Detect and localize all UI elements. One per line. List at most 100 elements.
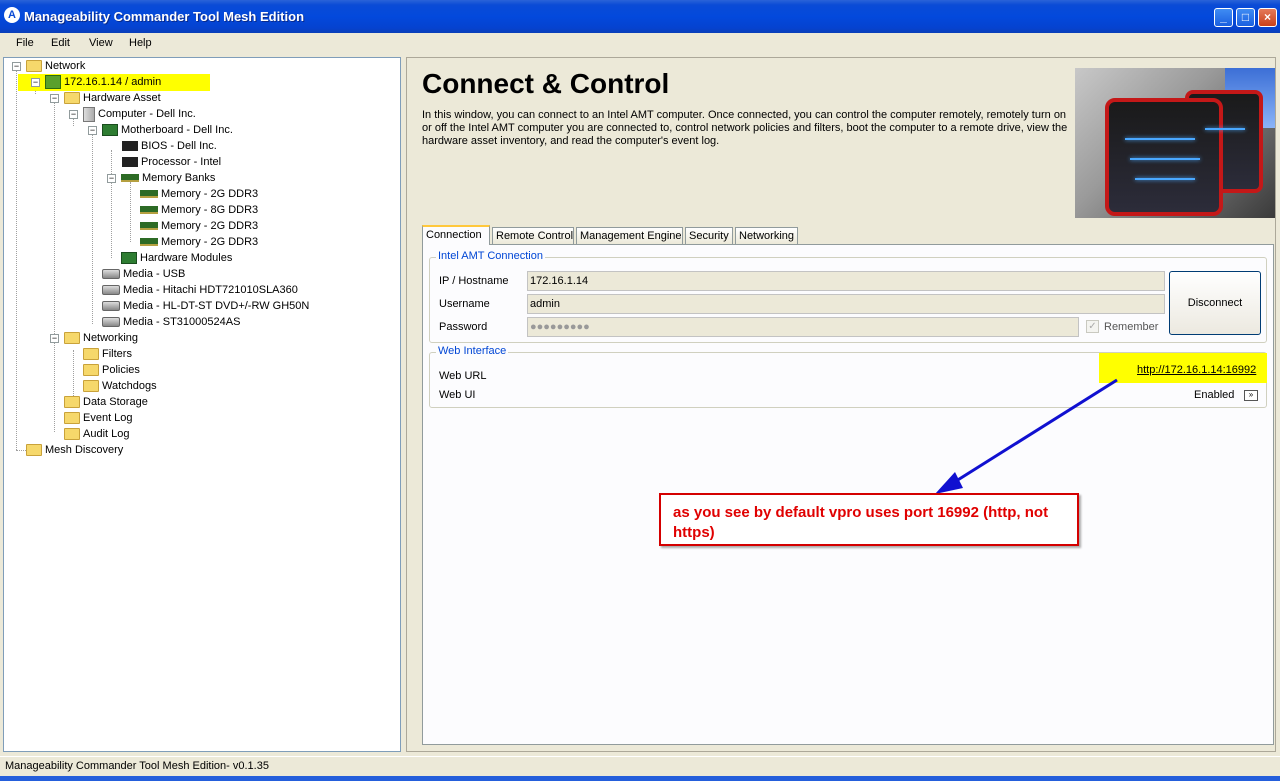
tree-media-label: Media - USB	[123, 268, 186, 280]
tree-event-log-label: Event Log	[83, 412, 133, 424]
navigation-tree[interactable]: − Network − 172.16.1.14 / admin − Hardwa…	[3, 57, 401, 752]
module-icon	[121, 252, 137, 265]
memory-icon	[140, 222, 158, 231]
tree-watchdogs[interactable]: Watchdogs	[83, 378, 157, 394]
expand-networking-toggle[interactable]: −	[50, 334, 59, 343]
folder-icon	[26, 60, 42, 73]
folder-icon	[64, 92, 80, 105]
tree-audit-log[interactable]: Audit Log	[64, 426, 129, 442]
tree-memory-label: Memory - 2G DDR3	[161, 236, 259, 248]
folder-icon	[83, 364, 99, 377]
tree-memory-label: Memory - 2G DDR3	[161, 188, 259, 200]
tree-media[interactable]: Media - USB	[102, 266, 185, 282]
chip-icon	[122, 141, 138, 152]
tree-event-log[interactable]: Event Log	[64, 410, 133, 426]
annotation-callout: as you see by default vpro uses port 169…	[659, 493, 1079, 546]
tree-networking[interactable]: Networking	[64, 330, 138, 346]
memory-icon	[140, 190, 158, 199]
tab-connection[interactable]: Connection	[422, 225, 490, 245]
drive-icon	[102, 269, 120, 280]
tree-memory-item[interactable]: Memory - 8G DDR3	[140, 202, 258, 218]
tree-media[interactable]: Media - HL-DT-ST DVD+/-RW GH50N	[102, 298, 309, 314]
tree-computer-label: Computer - Dell Inc.	[98, 108, 196, 120]
drive-icon	[102, 285, 120, 296]
tree-memory-banks[interactable]: Memory Banks	[121, 170, 215, 186]
tree-data-storage-label: Data Storage	[83, 396, 148, 408]
arrow-line	[944, 378, 1118, 490]
motherboard-icon	[102, 124, 118, 137]
tree-memory-item[interactable]: Memory - 2G DDR3	[140, 234, 258, 250]
drive-icon	[102, 317, 120, 328]
memory-icon	[140, 206, 158, 215]
title-bar: A Manageability Commander Tool Mesh Edit…	[0, 0, 1280, 33]
tree-hardware-asset-label: Hardware Asset	[83, 92, 161, 104]
app-icon: A	[4, 7, 20, 23]
tree-hardware-modules[interactable]: Hardware Modules	[121, 250, 232, 266]
folder-icon	[83, 348, 99, 361]
expand-computer-toggle[interactable]: −	[69, 110, 78, 119]
expand-hardware-asset-toggle[interactable]: −	[50, 94, 59, 103]
tree-mesh-discovery[interactable]: Mesh Discovery	[26, 442, 123, 458]
memory-icon	[140, 238, 158, 247]
close-button[interactable]: ×	[1258, 8, 1277, 27]
menu-file[interactable]: File	[16, 37, 34, 49]
tree-data-storage[interactable]: Data Storage	[64, 394, 148, 410]
window-title: Manageability Commander Tool Mesh Editio…	[24, 9, 305, 24]
tree-filters[interactable]: Filters	[83, 346, 132, 362]
tree-processor-label: Processor - Intel	[141, 156, 222, 168]
tree-media-label: Media - HL-DT-ST DVD+/-RW GH50N	[123, 300, 310, 312]
tree-media-label: Media - Hitachi HDT721010SLA360	[123, 284, 298, 296]
folder-icon	[26, 444, 42, 457]
tree-processor[interactable]: Processor - Intel	[122, 154, 221, 170]
menu-view[interactable]: View	[89, 37, 113, 49]
status-bar: Manageability Commander Tool Mesh Editio…	[0, 756, 1280, 777]
tree-networking-label: Networking	[83, 332, 139, 344]
tree-mesh-discovery-label: Mesh Discovery	[45, 444, 124, 456]
computer-connected-icon	[45, 75, 61, 90]
tree-hardware-asset[interactable]: Hardware Asset	[64, 90, 161, 106]
status-text: Manageability Commander Tool Mesh Editio…	[5, 760, 269, 772]
tree-memory-banks-label: Memory Banks	[142, 172, 216, 184]
annotation-arrow	[935, 378, 1118, 494]
memory-icon	[121, 174, 139, 183]
tree-media-label: Media - ST31000524AS	[123, 316, 241, 328]
tree-media[interactable]: Media - Hitachi HDT721010SLA360	[102, 282, 298, 298]
tree-policies-label: Policies	[102, 364, 140, 376]
taskbar-strip	[0, 776, 1280, 781]
tree-bios-label: BIOS - Dell Inc.	[141, 140, 217, 152]
minimize-button[interactable]: _	[1214, 8, 1233, 27]
menu-edit[interactable]: Edit	[51, 37, 70, 49]
folder-icon	[64, 332, 80, 345]
tree-policies[interactable]: Policies	[83, 362, 140, 378]
chip-icon	[122, 157, 138, 168]
tree-audit-log-label: Audit Log	[83, 428, 130, 440]
tree-hardware-modules-label: Hardware Modules	[140, 252, 233, 264]
tree-memory-item[interactable]: Memory - 2G DDR3	[140, 186, 258, 202]
tree-memory-label: Memory - 8G DDR3	[161, 204, 259, 216]
tree-host[interactable]: 172.16.1.14 / admin	[45, 74, 161, 90]
tree-bios[interactable]: BIOS - Dell Inc.	[122, 138, 217, 154]
tree-computer[interactable]: Computer - Dell Inc.	[83, 106, 196, 122]
folder-icon	[83, 380, 99, 393]
arrow-head-icon	[935, 472, 963, 494]
folder-icon	[64, 412, 80, 425]
content-pane: Connect & Control In this window, you ca…	[406, 57, 1276, 752]
expand-host-toggle[interactable]: −	[31, 78, 40, 87]
computer-icon	[83, 106, 95, 122]
tree-host-label: 172.16.1.14 / admin	[64, 76, 162, 88]
expand-memory-banks-toggle[interactable]: −	[107, 174, 116, 183]
expand-network-toggle[interactable]: −	[12, 62, 21, 71]
expand-motherboard-toggle[interactable]: −	[88, 126, 97, 135]
maximize-button[interactable]: □	[1236, 8, 1255, 27]
menu-help[interactable]: Help	[129, 37, 152, 49]
tree-watchdogs-label: Watchdogs	[102, 380, 157, 392]
tree-filters-label: Filters	[102, 348, 132, 360]
tree-network[interactable]: Network	[26, 58, 85, 74]
tree-memory-item[interactable]: Memory - 2G DDR3	[140, 218, 258, 234]
tree-motherboard[interactable]: Motherboard - Dell Inc.	[102, 122, 233, 138]
tree-media[interactable]: Media - ST31000524AS	[102, 314, 240, 330]
tree-motherboard-label: Motherboard - Dell Inc.	[121, 124, 233, 136]
folder-icon	[64, 428, 80, 441]
folder-icon	[64, 396, 80, 409]
menu-bar: File Edit View Help	[0, 33, 1280, 55]
